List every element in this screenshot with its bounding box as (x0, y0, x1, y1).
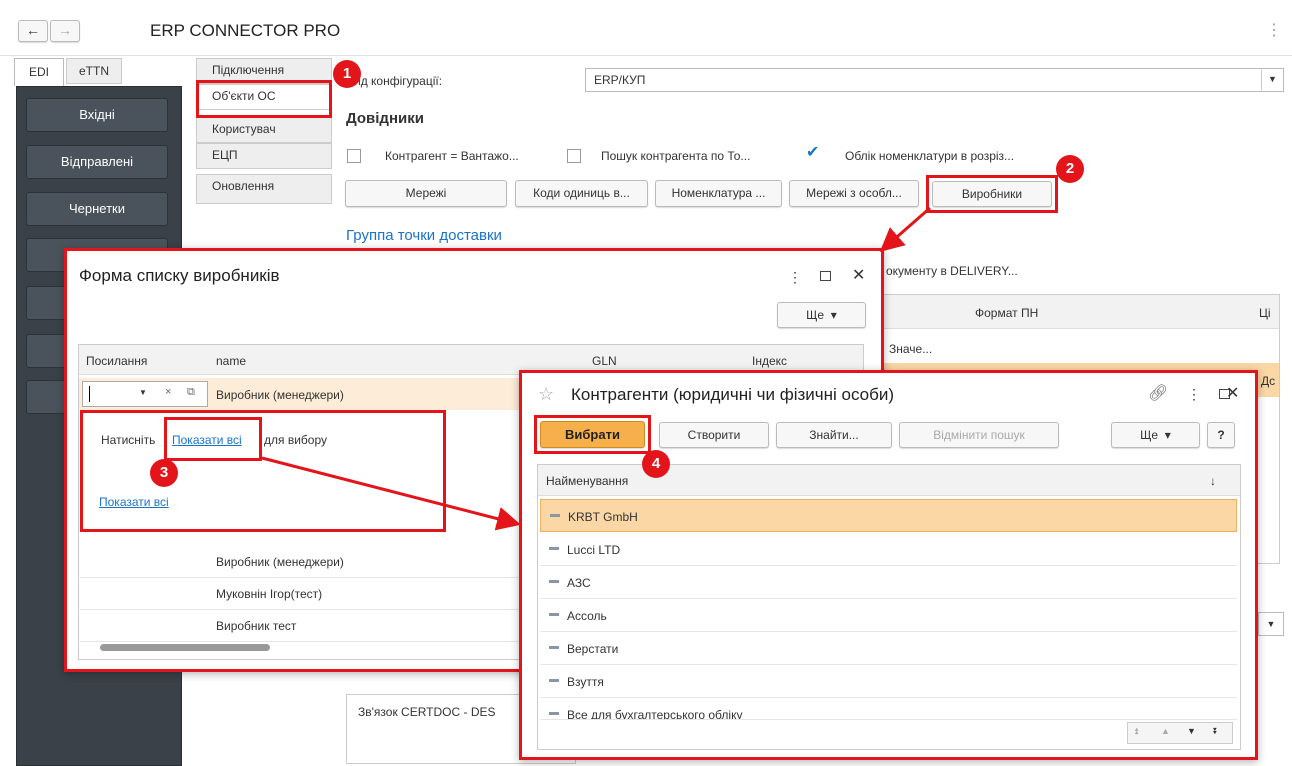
step-badge-2: 2 (1056, 155, 1084, 183)
annotation-arrows (261, 206, 931, 531)
step-badge-4: 4 (642, 450, 670, 478)
step-badge-1: 1 (333, 60, 361, 88)
step-badge-3: 3 (150, 459, 178, 487)
